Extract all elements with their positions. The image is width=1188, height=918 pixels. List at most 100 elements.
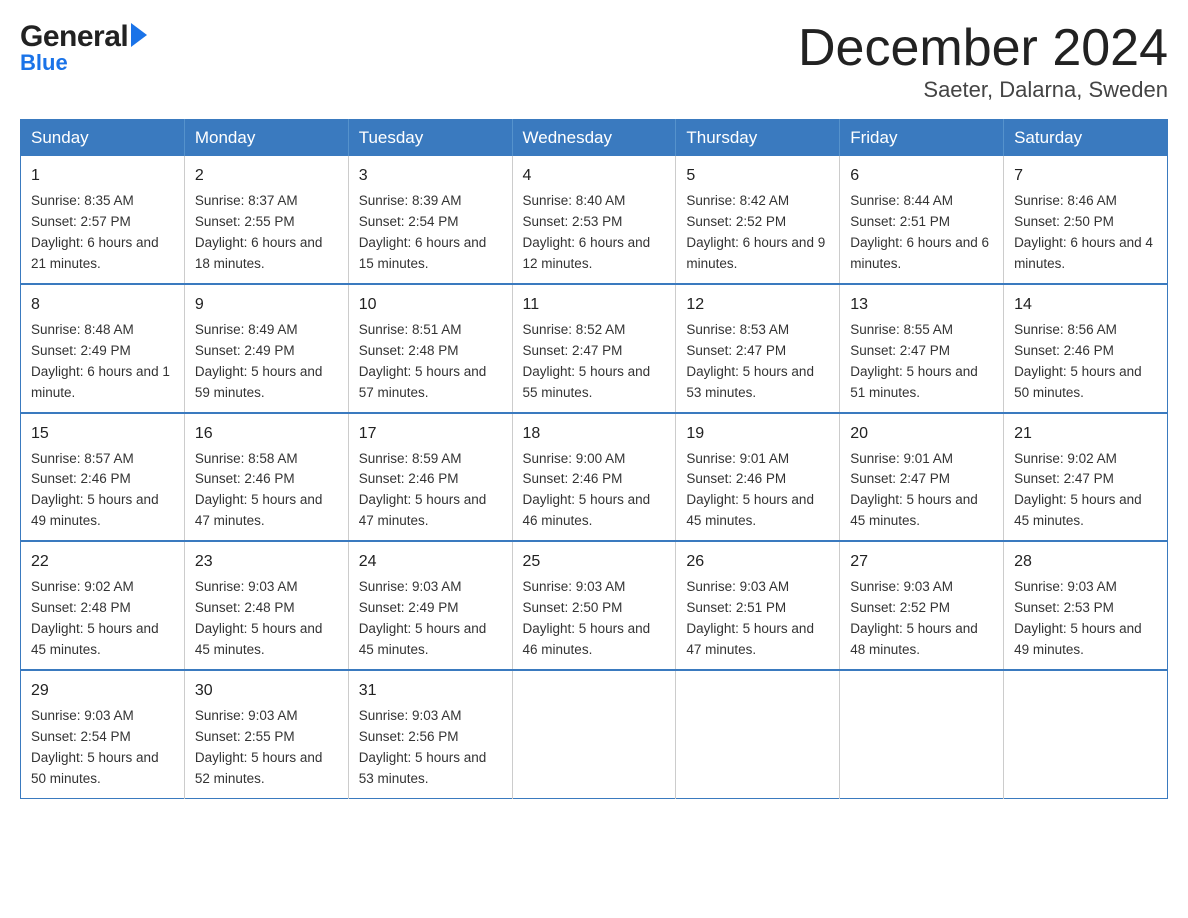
day-info: Sunrise: 8:51 AMSunset: 2:48 PMDaylight:… [359,320,502,404]
day-number: 1 [31,164,174,188]
day-number: 25 [523,550,666,574]
calendar-cell: 20 Sunrise: 9:01 AMSunset: 2:47 PMDaylig… [840,413,1004,542]
day-number: 10 [359,293,502,317]
header-friday: Friday [840,120,1004,157]
day-info: Sunrise: 8:52 AMSunset: 2:47 PMDaylight:… [523,320,666,404]
calendar-cell: 19 Sunrise: 9:01 AMSunset: 2:46 PMDaylig… [676,413,840,542]
calendar-cell: 8 Sunrise: 8:48 AMSunset: 2:49 PMDayligh… [21,284,185,413]
day-info: Sunrise: 8:42 AMSunset: 2:52 PMDaylight:… [686,191,829,275]
day-number: 9 [195,293,338,317]
day-info: Sunrise: 8:53 AMSunset: 2:47 PMDaylight:… [686,320,829,404]
calendar-cell: 2 Sunrise: 8:37 AMSunset: 2:55 PMDayligh… [184,156,348,284]
day-number: 16 [195,422,338,446]
day-info: Sunrise: 8:44 AMSunset: 2:51 PMDaylight:… [850,191,993,275]
day-info: Sunrise: 8:35 AMSunset: 2:57 PMDaylight:… [31,191,174,275]
day-number: 18 [523,422,666,446]
day-info: Sunrise: 9:03 AMSunset: 2:53 PMDaylight:… [1014,577,1157,661]
day-number: 29 [31,679,174,703]
calendar-cell: 5 Sunrise: 8:42 AMSunset: 2:52 PMDayligh… [676,156,840,284]
day-number: 15 [31,422,174,446]
calendar-cell: 9 Sunrise: 8:49 AMSunset: 2:49 PMDayligh… [184,284,348,413]
logo: General Blue [20,20,147,76]
calendar-cell: 23 Sunrise: 9:03 AMSunset: 2:48 PMDaylig… [184,541,348,670]
day-number: 31 [359,679,502,703]
calendar-week-row: 22 Sunrise: 9:02 AMSunset: 2:48 PMDaylig… [21,541,1168,670]
day-number: 3 [359,164,502,188]
calendar-cell: 4 Sunrise: 8:40 AMSunset: 2:53 PMDayligh… [512,156,676,284]
logo-general-text: General [20,20,128,54]
calendar-cell: 18 Sunrise: 9:00 AMSunset: 2:46 PMDaylig… [512,413,676,542]
header-sunday: Sunday [21,120,185,157]
calendar-cell [512,670,676,798]
day-number: 5 [686,164,829,188]
header-monday: Monday [184,120,348,157]
day-number: 8 [31,293,174,317]
page-title: December 2024 [798,20,1168,77]
calendar-cell: 26 Sunrise: 9:03 AMSunset: 2:51 PMDaylig… [676,541,840,670]
day-number: 20 [850,422,993,446]
day-info: Sunrise: 9:03 AMSunset: 2:54 PMDaylight:… [31,706,174,790]
logo-blue-text: Blue [20,50,68,76]
day-info: Sunrise: 8:49 AMSunset: 2:49 PMDaylight:… [195,320,338,404]
calendar-cell: 25 Sunrise: 9:03 AMSunset: 2:50 PMDaylig… [512,541,676,670]
calendar-cell: 31 Sunrise: 9:03 AMSunset: 2:56 PMDaylig… [348,670,512,798]
calendar-cell [840,670,1004,798]
day-number: 19 [686,422,829,446]
calendar-cell: 24 Sunrise: 9:03 AMSunset: 2:49 PMDaylig… [348,541,512,670]
header-wednesday: Wednesday [512,120,676,157]
calendar-week-row: 1 Sunrise: 8:35 AMSunset: 2:57 PMDayligh… [21,156,1168,284]
day-info: Sunrise: 8:48 AMSunset: 2:49 PMDaylight:… [31,320,174,404]
day-info: Sunrise: 9:01 AMSunset: 2:47 PMDaylight:… [850,449,993,533]
page-subtitle: Saeter, Dalarna, Sweden [798,77,1168,103]
day-info: Sunrise: 9:03 AMSunset: 2:51 PMDaylight:… [686,577,829,661]
header-tuesday: Tuesday [348,120,512,157]
day-info: Sunrise: 9:03 AMSunset: 2:56 PMDaylight:… [359,706,502,790]
day-info: Sunrise: 8:46 AMSunset: 2:50 PMDaylight:… [1014,191,1157,275]
calendar-cell: 7 Sunrise: 8:46 AMSunset: 2:50 PMDayligh… [1004,156,1168,284]
day-info: Sunrise: 8:57 AMSunset: 2:46 PMDaylight:… [31,449,174,533]
calendar-week-row: 29 Sunrise: 9:03 AMSunset: 2:54 PMDaylig… [21,670,1168,798]
calendar-cell: 28 Sunrise: 9:03 AMSunset: 2:53 PMDaylig… [1004,541,1168,670]
day-info: Sunrise: 9:03 AMSunset: 2:49 PMDaylight:… [359,577,502,661]
calendar-cell: 14 Sunrise: 8:56 AMSunset: 2:46 PMDaylig… [1004,284,1168,413]
calendar-cell: 16 Sunrise: 8:58 AMSunset: 2:46 PMDaylig… [184,413,348,542]
calendar-cell: 13 Sunrise: 8:55 AMSunset: 2:47 PMDaylig… [840,284,1004,413]
day-info: Sunrise: 9:00 AMSunset: 2:46 PMDaylight:… [523,449,666,533]
calendar-cell: 1 Sunrise: 8:35 AMSunset: 2:57 PMDayligh… [21,156,185,284]
day-number: 22 [31,550,174,574]
day-number: 28 [1014,550,1157,574]
day-number: 30 [195,679,338,703]
page-header: General Blue December 2024 Saeter, Dalar… [20,20,1168,103]
calendar-cell: 10 Sunrise: 8:51 AMSunset: 2:48 PMDaylig… [348,284,512,413]
calendar-cell: 11 Sunrise: 8:52 AMSunset: 2:47 PMDaylig… [512,284,676,413]
header-thursday: Thursday [676,120,840,157]
day-info: Sunrise: 8:58 AMSunset: 2:46 PMDaylight:… [195,449,338,533]
day-info: Sunrise: 8:55 AMSunset: 2:47 PMDaylight:… [850,320,993,404]
calendar-cell: 17 Sunrise: 8:59 AMSunset: 2:46 PMDaylig… [348,413,512,542]
day-info: Sunrise: 8:39 AMSunset: 2:54 PMDaylight:… [359,191,502,275]
day-info: Sunrise: 8:40 AMSunset: 2:53 PMDaylight:… [523,191,666,275]
day-info: Sunrise: 8:37 AMSunset: 2:55 PMDaylight:… [195,191,338,275]
calendar-cell: 3 Sunrise: 8:39 AMSunset: 2:54 PMDayligh… [348,156,512,284]
logo-arrow-icon [131,23,147,47]
day-info: Sunrise: 9:03 AMSunset: 2:50 PMDaylight:… [523,577,666,661]
day-number: 21 [1014,422,1157,446]
day-info: Sunrise: 8:56 AMSunset: 2:46 PMDaylight:… [1014,320,1157,404]
calendar-cell: 29 Sunrise: 9:03 AMSunset: 2:54 PMDaylig… [21,670,185,798]
calendar-header-row: Sunday Monday Tuesday Wednesday Thursday… [21,120,1168,157]
day-info: Sunrise: 9:01 AMSunset: 2:46 PMDaylight:… [686,449,829,533]
day-number: 14 [1014,293,1157,317]
day-number: 6 [850,164,993,188]
calendar-cell: 21 Sunrise: 9:02 AMSunset: 2:47 PMDaylig… [1004,413,1168,542]
day-number: 2 [195,164,338,188]
day-number: 27 [850,550,993,574]
day-number: 26 [686,550,829,574]
calendar-week-row: 15 Sunrise: 8:57 AMSunset: 2:46 PMDaylig… [21,413,1168,542]
calendar-cell: 30 Sunrise: 9:03 AMSunset: 2:55 PMDaylig… [184,670,348,798]
calendar-cell [676,670,840,798]
calendar-cell: 6 Sunrise: 8:44 AMSunset: 2:51 PMDayligh… [840,156,1004,284]
day-info: Sunrise: 9:02 AMSunset: 2:47 PMDaylight:… [1014,449,1157,533]
header-saturday: Saturday [1004,120,1168,157]
calendar-cell [1004,670,1168,798]
calendar-cell: 22 Sunrise: 9:02 AMSunset: 2:48 PMDaylig… [21,541,185,670]
